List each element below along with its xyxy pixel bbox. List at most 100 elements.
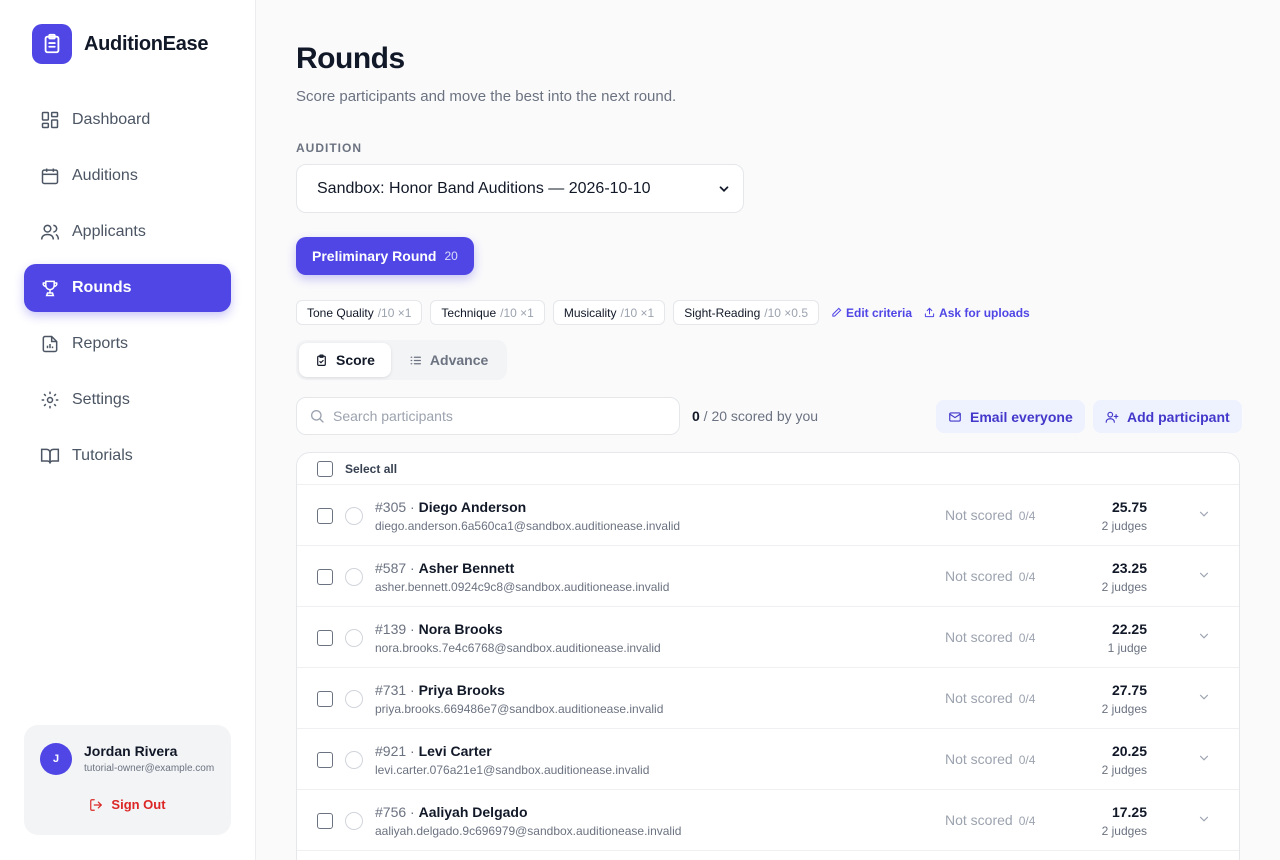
select-all-label: Select all xyxy=(345,461,398,476)
edit-criteria-link[interactable]: Edit criteria xyxy=(831,306,912,320)
sign-out-button[interactable]: Sign Out xyxy=(24,797,231,812)
sidebar-item-tutorials[interactable]: Tutorials xyxy=(24,432,231,480)
participant-name: Aaliyah Delgado xyxy=(418,804,528,820)
add-participant-button[interactable]: Add participant xyxy=(1093,400,1242,433)
dashboard-icon xyxy=(41,111,59,129)
judge-count: 2 judges xyxy=(1101,519,1147,533)
trophy-icon xyxy=(42,280,58,297)
score-progress: 0/4 xyxy=(1018,509,1036,523)
chevron-down-icon[interactable] xyxy=(1197,629,1211,643)
tab-advance-label: Advance xyxy=(429,352,489,368)
sidebar-item-label: Reports xyxy=(72,335,129,352)
row-checkbox[interactable] xyxy=(317,630,333,646)
table-row[interactable]: #921 · Levi Carter levi.carter.076a21e1@… xyxy=(297,729,1239,790)
table-row[interactable]: #587 · Asher Bennett asher.bennett.0924c… xyxy=(297,546,1239,607)
sign-out-label: Sign Out xyxy=(111,797,166,812)
search-input[interactable] xyxy=(333,408,653,424)
row-checkbox[interactable] xyxy=(317,508,333,524)
page-subtitle: Score participants and move the best int… xyxy=(296,88,677,105)
tab-advance[interactable]: Advance xyxy=(393,343,504,377)
app-name: AuditionEase xyxy=(84,32,209,55)
email-everyone-label: Email everyone xyxy=(970,408,1073,425)
criterion-meta: /10 ×1 xyxy=(620,305,655,320)
chevron-down-icon[interactable] xyxy=(1197,507,1211,521)
user-plus-icon xyxy=(1105,411,1119,423)
table-row[interactable]: #731 · Priya Brooks priya.brooks.669486e… xyxy=(297,668,1239,729)
report-icon xyxy=(42,335,58,353)
judge-count: 2 judges xyxy=(1101,824,1147,838)
judge-count: 2 judges xyxy=(1101,763,1147,777)
chevron-down-icon[interactable] xyxy=(1197,812,1211,826)
audition-label: AUDITION xyxy=(296,141,362,155)
ask-uploads-link[interactable]: Ask for uploads xyxy=(924,306,1030,320)
scored-rest: / 20 scored by you xyxy=(699,408,819,424)
sidebar-item-label: Dashboard xyxy=(72,111,151,128)
edit-criteria-label: Edit criteria xyxy=(846,305,913,320)
participant-title: #305 · Diego Anderson xyxy=(375,499,526,515)
score-status: Not scored 0/4 xyxy=(945,568,1035,584)
criterion-chip: Sight-Reading /10 ×0.5 xyxy=(673,300,819,325)
chevron-down-icon xyxy=(719,185,729,192)
row-checkbox[interactable] xyxy=(317,691,333,707)
participants-table: Select all #305 · Diego Anderson diego.a… xyxy=(296,452,1240,860)
sidebar-item-label: Tutorials xyxy=(72,447,133,464)
score-status-text: Not scored xyxy=(945,568,1013,584)
criterion-name: Sight-Reading xyxy=(684,305,761,320)
score-progress: 0/4 xyxy=(1018,753,1036,767)
criterion-chip: Technique /10 ×1 xyxy=(430,300,545,325)
audition-select[interactable]: Sandbox: Honor Band Auditions — 2026-10-… xyxy=(296,164,744,213)
sidebar-item-applicants[interactable]: Applicants xyxy=(24,208,231,256)
table-row[interactable]: #756 · Aaliyah Delgado aaliyah.delgado.9… xyxy=(297,790,1239,851)
mail-icon xyxy=(949,411,961,422)
view-tabs: Score Advance xyxy=(296,340,508,380)
participant-email: aaliyah.delgado.9c696979@sandbox.auditio… xyxy=(375,824,682,838)
judge-count: 2 judges xyxy=(1101,580,1147,594)
criterion-chip: Tone Quality /10 ×1 xyxy=(296,300,423,325)
row-checkbox[interactable] xyxy=(317,813,333,829)
criterion-name: Musicality xyxy=(563,305,617,320)
search-icon xyxy=(311,410,324,423)
total-score: 17.25 xyxy=(1111,804,1147,820)
sidebar-item-auditions[interactable]: Auditions xyxy=(24,152,231,200)
tab-score[interactable]: Score xyxy=(299,343,391,377)
sidebar-item-settings[interactable]: Settings xyxy=(24,376,231,424)
status-circle-icon xyxy=(345,812,363,830)
score-status: Not scored 0/4 xyxy=(945,812,1035,828)
brand[interactable]: AuditionEase xyxy=(32,24,209,64)
round-button-preliminary[interactable]: Preliminary Round 20 xyxy=(296,237,474,275)
round-name: Preliminary Round xyxy=(312,248,437,264)
total-score: 23.25 xyxy=(1111,560,1147,576)
logout-icon xyxy=(90,798,103,811)
participant-title: #587 · Asher Bennett xyxy=(375,560,514,576)
total-score: 25.75 xyxy=(1111,499,1147,515)
chevron-down-icon[interactable] xyxy=(1197,690,1211,704)
sidebar-item-rounds[interactable]: Rounds xyxy=(24,264,231,312)
score-status-text: Not scored xyxy=(945,751,1013,767)
score-status-text: Not scored xyxy=(945,507,1013,523)
users-icon xyxy=(40,224,60,240)
pencil-icon xyxy=(832,307,842,317)
table-row[interactable]: #139 · Nora Brooks nora.brooks.7e4c6768@… xyxy=(297,607,1239,668)
sidebar-item-label: Settings xyxy=(72,391,130,408)
row-checkbox[interactable] xyxy=(317,569,333,585)
row-checkbox[interactable] xyxy=(317,752,333,768)
table-row[interactable]: #305 · Diego Anderson diego.anderson.6a5… xyxy=(297,485,1239,546)
book-icon xyxy=(40,448,60,464)
score-progress: 0/4 xyxy=(1018,814,1036,828)
score-status-text: Not scored xyxy=(945,629,1013,645)
participant-name: Asher Bennett xyxy=(418,560,515,576)
participant-email: diego.anderson.6a560ca1@sandbox.audition… xyxy=(375,519,681,533)
chevron-down-icon[interactable] xyxy=(1197,751,1211,765)
chevron-down-icon[interactable] xyxy=(1197,568,1211,582)
participant-email: nora.brooks.7e4c6768@sandbox.auditioneas… xyxy=(375,641,661,655)
email-everyone-button[interactable]: Email everyone xyxy=(936,400,1085,433)
scored-count: 0 xyxy=(692,408,700,424)
select-all-checkbox[interactable] xyxy=(317,460,333,477)
score-status: Not scored 0/4 xyxy=(945,751,1035,767)
sidebar-item-reports[interactable]: Reports xyxy=(24,320,231,368)
ask-uploads-label: Ask for uploads xyxy=(939,305,1030,320)
participant-number: #756 · xyxy=(375,804,419,820)
sidebar-item-dashboard[interactable]: Dashboard xyxy=(24,96,231,144)
participant-name: Diego Anderson xyxy=(418,499,527,515)
participant-name: Levi Carter xyxy=(418,743,492,759)
